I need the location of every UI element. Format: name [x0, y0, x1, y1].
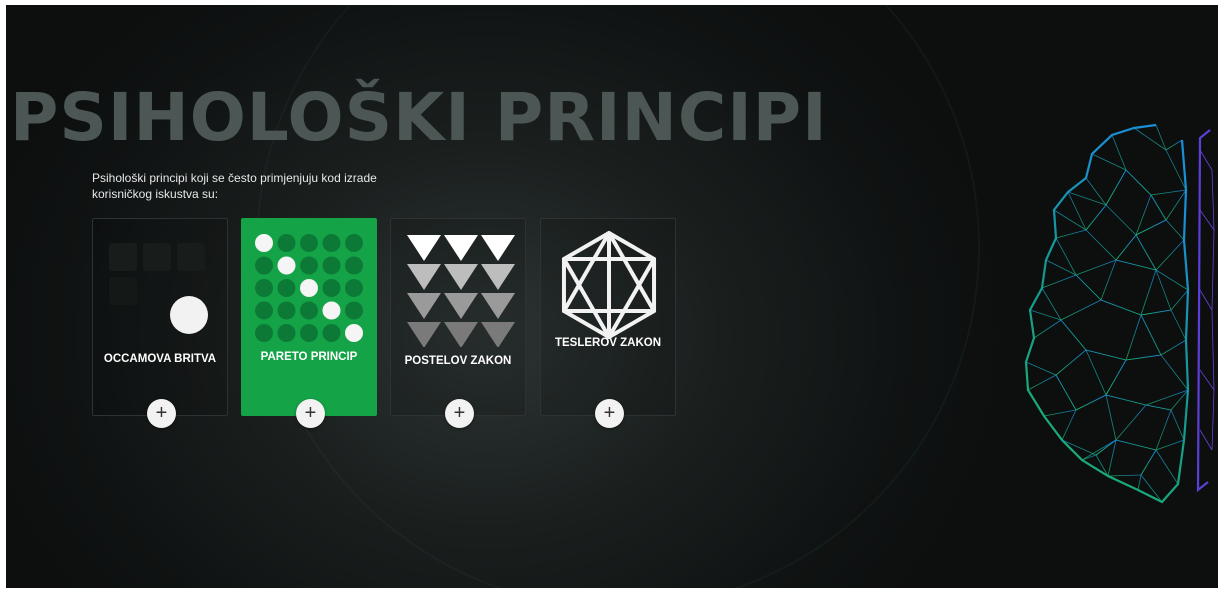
hexagon-network-icon [561, 231, 657, 339]
card-postelov-zakon[interactable]: POSTELOV ZAKON + [390, 218, 526, 428]
card-teslerov-zakon[interactable]: TESLEROV ZAKON + [540, 218, 676, 428]
expand-plus-button[interactable]: + [595, 399, 624, 428]
card-label: POSTELOV ZAKON [404, 355, 512, 367]
expand-plus-button[interactable]: + [445, 399, 474, 428]
card-pareto-princip[interactable]: PARETO PRINCIP + [241, 218, 377, 428]
card-occamova-britva[interactable]: OCCAMOVA BRITVA + [92, 218, 228, 428]
card-label: OCCAMOVA BRITVA [103, 353, 217, 365]
page-title: PSIHOLOŠKI PRINCIPI [10, 79, 828, 156]
intro-text: Psihološki principi koji se često primje… [92, 171, 377, 201]
pareto-dots-icon [255, 234, 363, 342]
expand-plus-button[interactable]: + [147, 399, 176, 428]
occam-razor-icon [109, 243, 208, 334]
hero-section: PSIHOLOŠKI PRINCIPI Psihološki principi … [6, 5, 1218, 588]
triangles-grid-icon [407, 235, 515, 347]
brain-wireframe-illustration [1024, 123, 1215, 504]
card-label: TESLEROV ZAKON [554, 337, 662, 349]
card-label: PARETO PRINCIP [260, 351, 358, 363]
expand-plus-button[interactable]: + [296, 399, 325, 428]
